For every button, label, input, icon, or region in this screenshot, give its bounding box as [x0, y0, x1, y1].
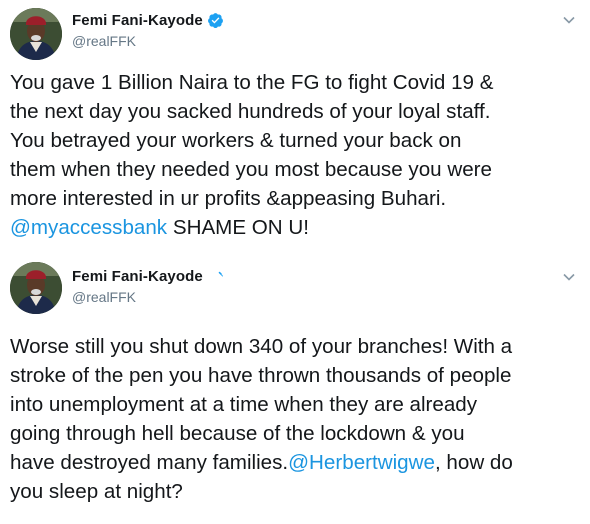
mention-link[interactable]: @Herbertwigwe — [288, 451, 435, 474]
verified-badge-icon — [207, 12, 224, 29]
avatar[interactable] — [10, 262, 62, 314]
chevron-down-icon[interactable] — [562, 270, 576, 284]
verified-badge-icon — [207, 268, 224, 285]
profile-photo — [10, 262, 62, 314]
handle[interactable]: @realFFK — [72, 33, 136, 49]
tweet-text-body: SHAME ON U! — [167, 216, 309, 239]
author-name-row: Femi Fani-Kayode — [72, 12, 224, 29]
mention-link[interactable]: @myaccessbank — [10, 216, 167, 239]
tweet-2: Femi Fani-Kayode @realFFK Worse still yo… — [0, 262, 590, 524]
avatar[interactable] — [10, 8, 62, 60]
chevron-down-icon[interactable] — [562, 13, 576, 27]
display-name[interactable]: Femi Fani-Kayode — [72, 268, 203, 285]
handle[interactable]: @realFFK — [72, 289, 136, 305]
tweet-text: Worse still you shut down 340 of your br… — [10, 332, 585, 506]
profile-photo — [10, 8, 62, 60]
author-name-row: Femi Fani-Kayode — [72, 268, 224, 285]
tweet-1: Femi Fani-Kayode @realFFK You gave 1 Bil… — [0, 0, 590, 262]
tweet-text: You gave 1 Billion Naira to the FG to fi… — [10, 68, 585, 242]
display-name[interactable]: Femi Fani-Kayode — [72, 12, 203, 29]
tweet-text-body: You gave 1 Billion Naira to the FG to fi… — [10, 71, 494, 210]
